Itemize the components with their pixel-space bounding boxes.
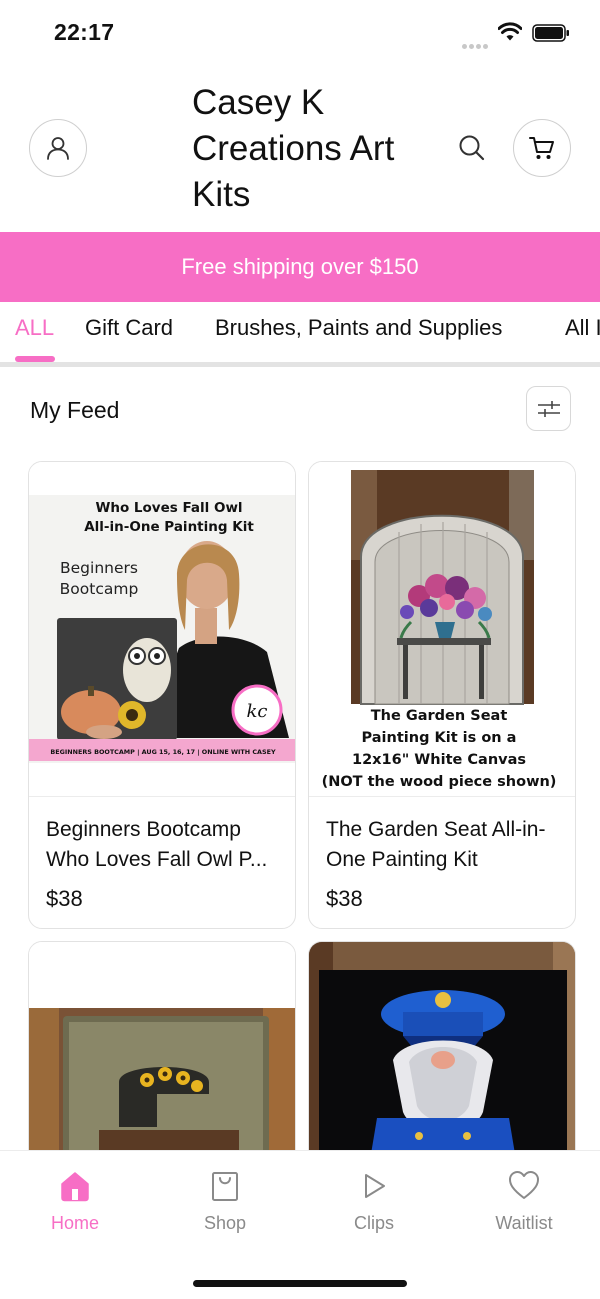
promo-banner-text: Free shipping over $150: [181, 254, 419, 279]
user-icon: [47, 137, 69, 160]
wifi-icon: [498, 22, 522, 41]
store-title: Casey K Creations Art Kits: [192, 83, 395, 214]
status-time: 22:17: [54, 19, 115, 45]
product-card[interactable]: The Garden Seat Painting Kit is on a 12x…: [308, 461, 576, 929]
product-image-heading: Who Loves Fall Owl: [95, 500, 242, 516]
product-title[interactable]: The Garden Seat All-in-One Painting Kit: [326, 815, 556, 875]
product-image-caption: 12x16" White Canvas: [352, 752, 526, 768]
heart-icon: [509, 1171, 539, 1199]
nav-home-label: Home: [50, 1213, 99, 1233]
sliders-icon: [537, 400, 560, 417]
card-divider: [309, 796, 575, 797]
play-icon: [365, 1174, 385, 1198]
promo-banner: Free shipping over $150: [0, 232, 600, 302]
cart-icon: [529, 137, 554, 159]
product-image: Who Loves Fall Owl All-in-One Painting K…: [29, 462, 295, 796]
home-icon: [61, 1172, 89, 1202]
signal-dots-icon: [462, 36, 490, 54]
battery-icon: [532, 24, 569, 42]
nav-home[interactable]: Home: [15, 1167, 135, 1234]
product-image-heading: All-in-One Painting Kit: [84, 519, 254, 535]
filter-button[interactable]: [526, 386, 571, 431]
card-divider: [29, 796, 295, 797]
nav-shop[interactable]: Shop: [165, 1167, 285, 1234]
shopping-bag-icon: [212, 1172, 238, 1201]
product-price: $38: [46, 886, 83, 911]
tabs-divider: [0, 362, 600, 367]
store-header: Casey K Creations Art Kits: [0, 66, 600, 232]
brand-logo: kc: [247, 701, 268, 722]
nav-clips[interactable]: Clips: [314, 1167, 434, 1234]
product-card[interactable]: Who Loves Fall Owl All-in-One Painting K…: [28, 461, 296, 929]
product-title[interactable]: Beginners Bootcamp Who Loves Fall Owl P.…: [46, 815, 276, 875]
product-image-caption: Painting Kit is on a: [362, 730, 517, 746]
product-image-tag: Beginners: [60, 559, 138, 577]
cart-button[interactable]: [513, 119, 571, 177]
tab-all[interactable]: ALL: [15, 315, 54, 341]
product-image-caption: (NOT the wood piece shown): [322, 774, 557, 790]
home-indicator: [193, 1280, 407, 1287]
nav-shop-label: Shop: [203, 1213, 247, 1233]
product-price: $38: [326, 886, 363, 911]
product-image-tag: Bootcamp: [60, 580, 139, 598]
nav-clips-label: Clips: [353, 1213, 394, 1233]
nav-waitlist[interactable]: Waitlist: [464, 1167, 584, 1234]
feed-title: My Feed: [30, 397, 120, 423]
tab-all-kits[interactable]: All I: [565, 315, 600, 341]
category-tabs: ALL Gift Card Brushes, Paints and Suppli…: [0, 302, 600, 368]
status-bar: 22:17: [0, 0, 600, 66]
search-icon: [459, 135, 485, 161]
product-image: The Garden Seat Painting Kit is on a 12x…: [309, 462, 575, 796]
product-image-caption: The Garden Seat: [371, 708, 508, 724]
tab-brushes-paints-supplies[interactable]: Brushes, Paints and Supplies: [215, 315, 502, 341]
search-button[interactable]: [456, 132, 488, 164]
nav-waitlist-label: Waitlist: [495, 1213, 553, 1233]
tab-gift-card[interactable]: Gift Card: [85, 315, 173, 341]
account-button[interactable]: [29, 119, 87, 177]
product-image-footer: BEGINNERS BOOTCAMP | AUG 15, 16, 17 | ON…: [50, 748, 276, 757]
bottom-navigation: Home Shop Clips Waitlist: [0, 1150, 600, 1299]
